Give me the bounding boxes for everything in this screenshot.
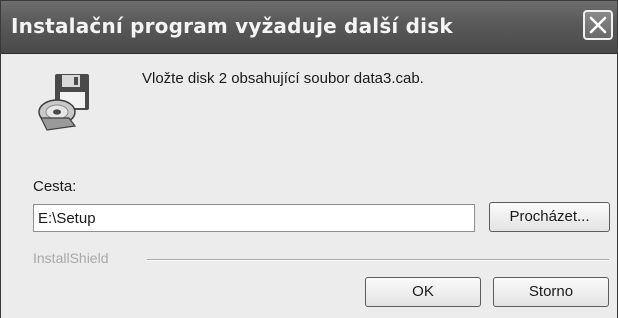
window-title: Instalační program vyžaduje další disk — [11, 14, 453, 38]
ok-button[interactable]: OK — [365, 277, 481, 307]
cancel-button[interactable]: Storno — [493, 277, 609, 307]
close-button[interactable] — [583, 10, 613, 40]
disk-prompt-message: Vložte disk 2 obsahující soubor data3.ca… — [142, 70, 424, 87]
close-icon — [589, 16, 607, 34]
browse-button[interactable]: Procházet... — [489, 202, 610, 232]
path-input[interactable] — [33, 204, 475, 232]
brand-divider — [147, 259, 609, 261]
title-bar[interactable]: Instalační program vyžaduje další disk — [1, 1, 617, 53]
dialog-window: Instalační program vyžaduje další disk V… — [0, 0, 618, 318]
disk-cd-icon — [38, 74, 89, 131]
dialog-body: Vložte disk 2 obsahující soubor data3.ca… — [1, 53, 617, 318]
path-label: Cesta: — [33, 178, 77, 195]
installshield-brand: InstallShield — [33, 250, 109, 266]
